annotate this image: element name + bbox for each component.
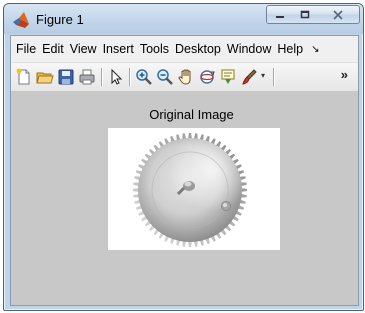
save-icon[interactable] bbox=[57, 68, 75, 86]
menu-window[interactable]: Window bbox=[224, 42, 274, 56]
data-cursor-icon[interactable] bbox=[219, 68, 237, 86]
axes-title: Original Image bbox=[149, 107, 234, 122]
zoom-in-icon[interactable] bbox=[135, 68, 153, 86]
open-file-icon[interactable] bbox=[36, 68, 54, 86]
menu-view[interactable]: View bbox=[67, 42, 100, 56]
menu-desktop[interactable]: Desktop bbox=[172, 42, 224, 56]
toolbar-separator bbox=[273, 68, 275, 86]
pan-icon[interactable] bbox=[177, 68, 195, 86]
maximize-button[interactable] bbox=[292, 5, 318, 24]
menu-bar: File Edit View Insert Tools Desktop Wind… bbox=[11, 36, 358, 62]
print-icon[interactable] bbox=[78, 68, 96, 86]
figure-client-area: File Edit View Insert Tools Desktop Wind… bbox=[10, 35, 359, 306]
menu-overflow-icon[interactable]: ↘ bbox=[308, 44, 322, 55]
close-icon bbox=[333, 9, 343, 20]
menu-insert[interactable]: Insert bbox=[100, 42, 137, 56]
toolbar-separator bbox=[101, 68, 103, 86]
menu-file[interactable]: File bbox=[11, 42, 39, 56]
toolbar-overflow-icon[interactable]: » bbox=[341, 67, 348, 82]
minimize-icon bbox=[275, 15, 284, 18]
rotate-3d-icon[interactable] bbox=[198, 68, 216, 86]
menu-tools[interactable]: Tools bbox=[137, 42, 172, 56]
menu-help[interactable]: Help bbox=[274, 42, 306, 56]
gear-bolt-highlight bbox=[223, 203, 227, 207]
matlab-logo-icon bbox=[12, 11, 30, 29]
maximize-icon bbox=[300, 10, 309, 19]
figure-canvas: Original Image bbox=[11, 91, 358, 305]
figure-toolbar: ▾ » bbox=[11, 62, 358, 92]
toolbar-separator bbox=[129, 68, 131, 86]
title-bar[interactable]: Figure 1 bbox=[4, 4, 363, 34]
gear-image[interactable] bbox=[108, 128, 280, 250]
menu-edit[interactable]: Edit bbox=[39, 42, 67, 56]
brush-dropdown-icon[interactable]: ▾ bbox=[261, 71, 265, 80]
figure-window: Figure 1 File Edit View Insert Tools Des… bbox=[3, 3, 364, 311]
pointer-icon[interactable] bbox=[107, 68, 125, 86]
new-figure-icon[interactable] bbox=[15, 68, 33, 86]
brush-icon[interactable] bbox=[240, 68, 258, 86]
minimize-button[interactable] bbox=[266, 5, 293, 24]
zoom-out-icon[interactable] bbox=[156, 68, 174, 86]
window-title: Figure 1 bbox=[36, 12, 84, 27]
close-button[interactable] bbox=[317, 5, 360, 24]
gear-hub-highlight bbox=[184, 181, 192, 187]
